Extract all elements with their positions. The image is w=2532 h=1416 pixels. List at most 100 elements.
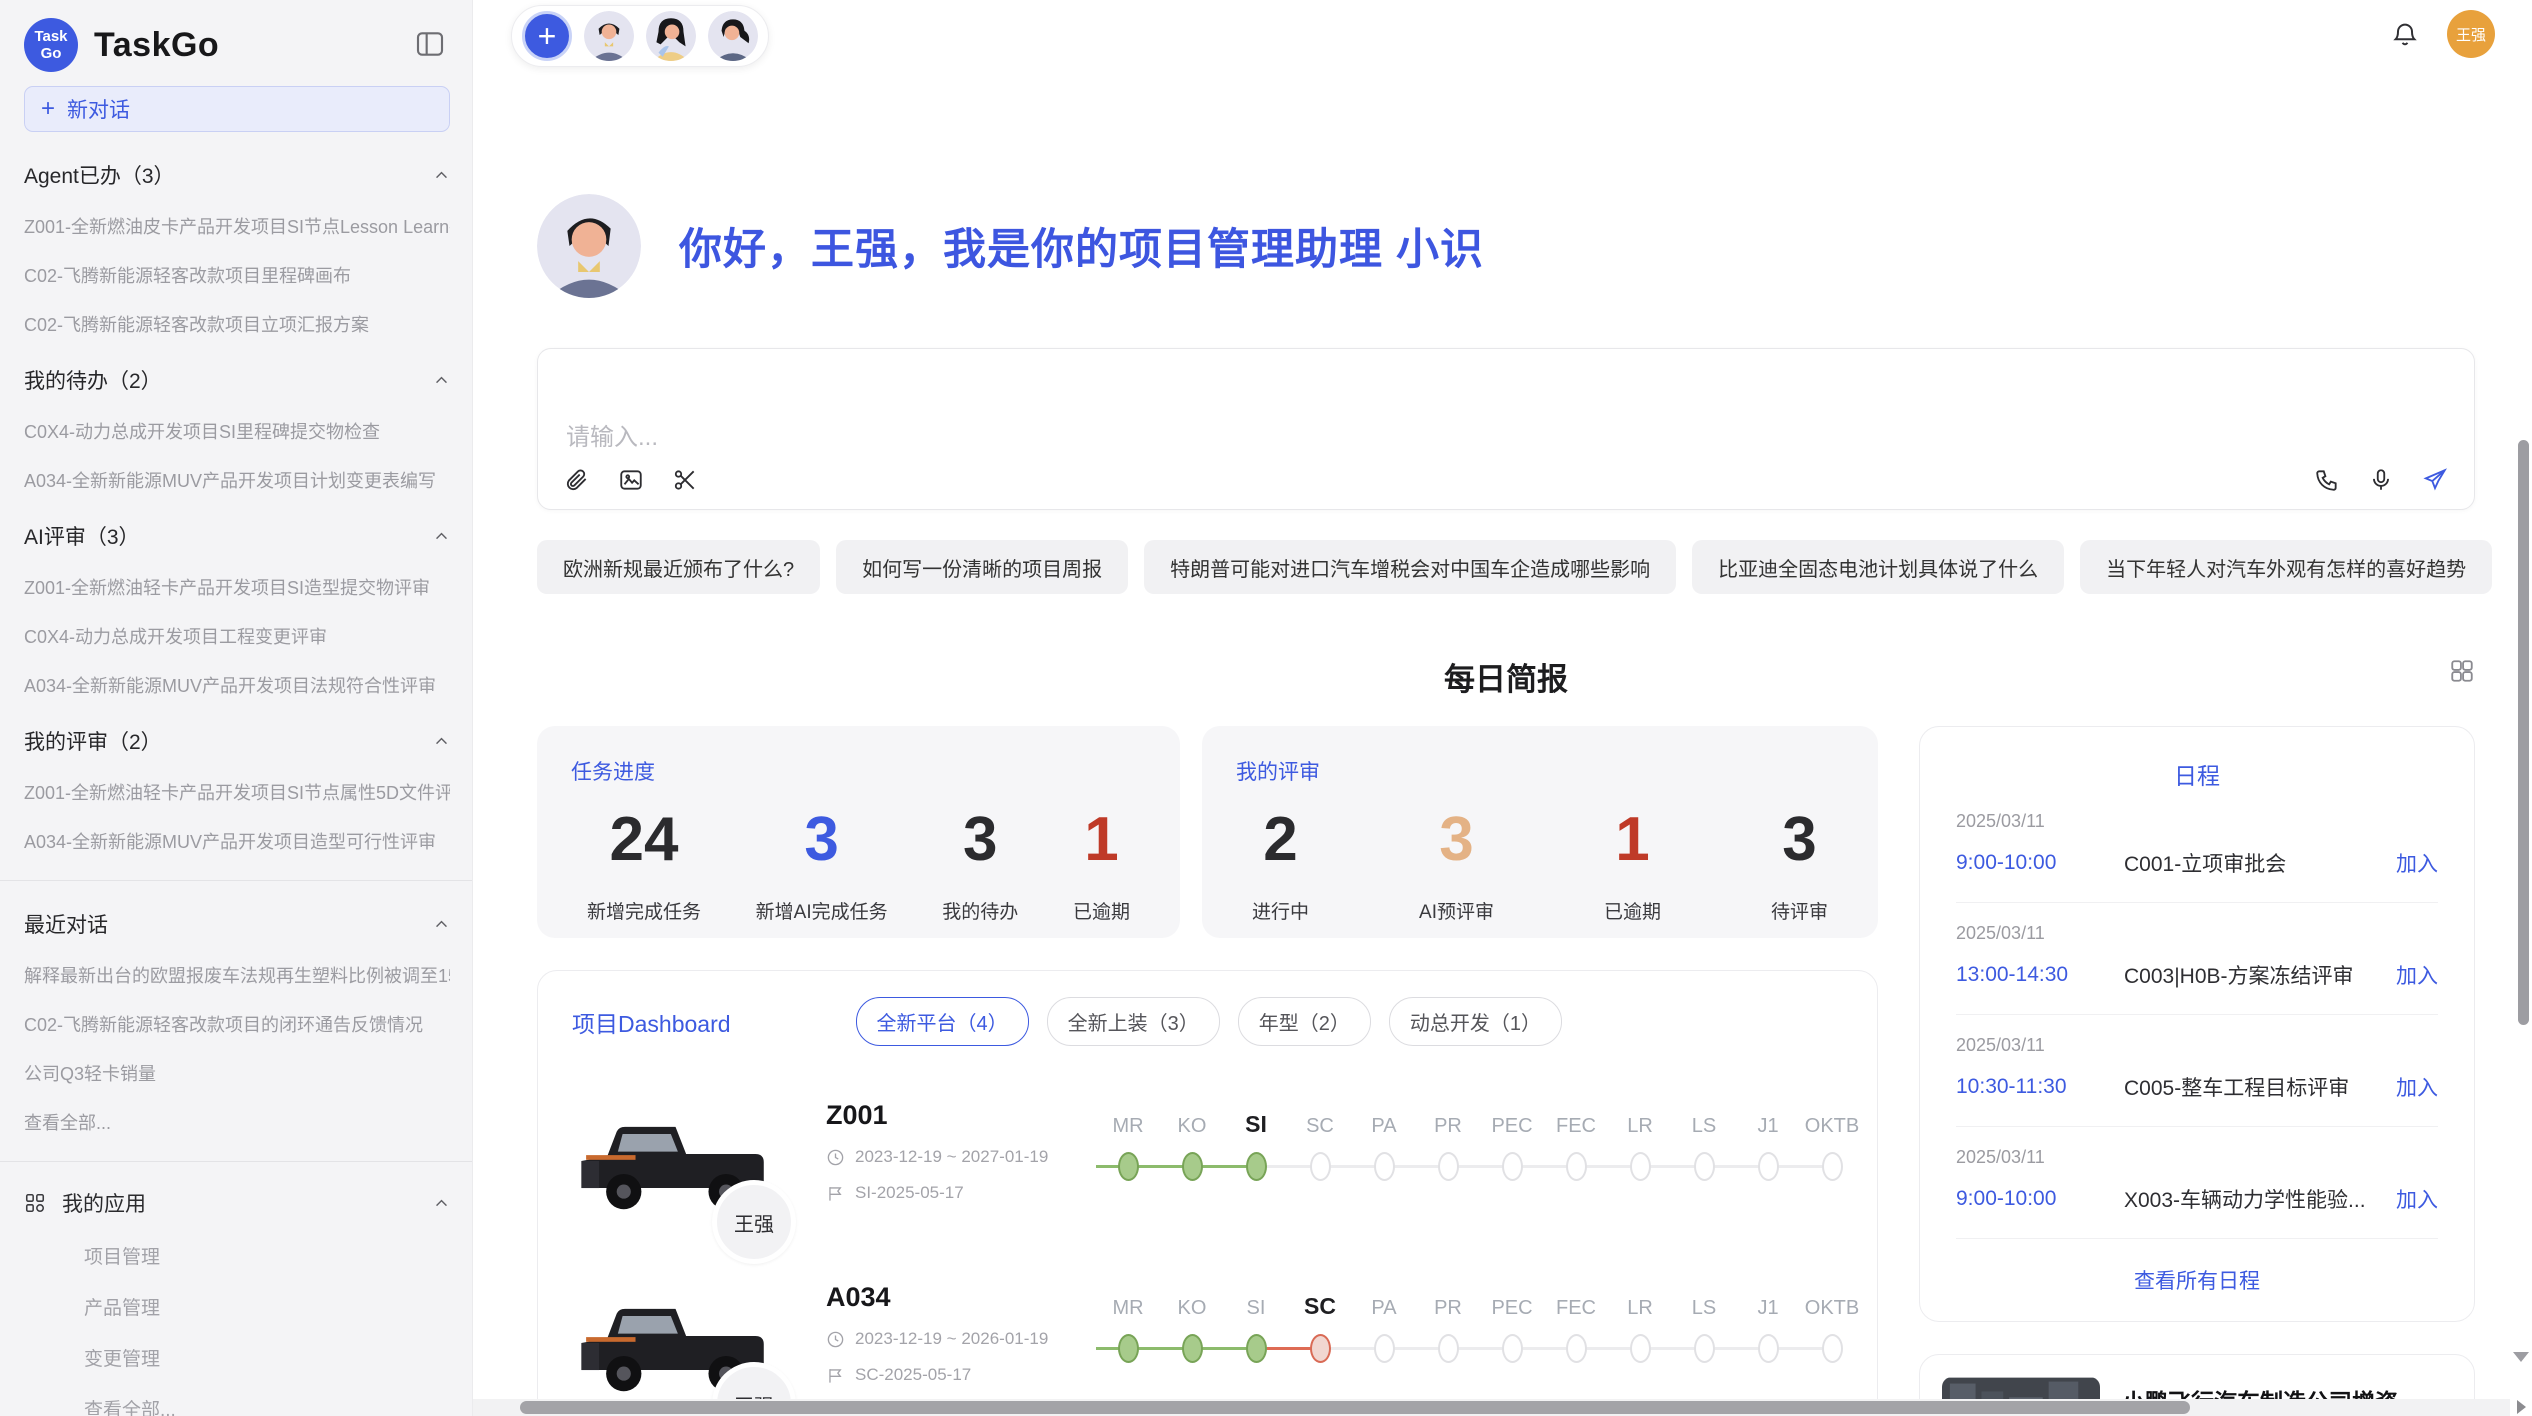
section-title: Agent已办（3）	[24, 160, 175, 190]
milestone-dot	[1310, 1152, 1331, 1181]
section-my-todo[interactable]: 我的待办（2）	[24, 365, 450, 395]
stat-value: 1	[1073, 804, 1130, 875]
user-avatar[interactable]: 王强	[2447, 10, 2495, 58]
stat: 24 新增完成任务	[587, 804, 701, 924]
recent-chats-view-all[interactable]: 查看全部...	[24, 1109, 450, 1135]
recent-chat-item[interactable]: 解释最新出台的欧盟报废车法规再生塑料比例被调至15%...	[24, 962, 450, 988]
chevron-up-icon	[433, 528, 450, 545]
schedule-time: 10:30-11:30	[1956, 1075, 2124, 1099]
stat: 3 我的待办	[942, 804, 1018, 924]
tab-new-body[interactable]: 全新上装（3）	[1047, 997, 1220, 1046]
sidebar-item[interactable]: Z001-全新燃油轻卡产品开发项目SI造型提交物评审	[24, 574, 450, 600]
project-dates: 2023-12-19 ~ 2026-01-19	[826, 1329, 1096, 1349]
stat-value: 3	[756, 804, 888, 875]
schedule-title: 日程	[1956, 757, 2438, 791]
sidebar-item[interactable]: A034-全新新能源MUV产品开发项目法规符合性评审	[24, 672, 450, 698]
sidebar-item[interactable]: C02-飞腾新能源轻客改款项目里程碑画布	[24, 262, 450, 288]
phone-icon[interactable]	[2314, 467, 2340, 493]
dashboard-tabs: 全新平台（4） 全新上装（3） 年型（2） 动总开发（1）	[856, 997, 1563, 1046]
attachment-icon[interactable]	[564, 467, 590, 493]
message-composer[interactable]: 请输入...	[537, 348, 2475, 510]
layout-grid-icon[interactable]	[2449, 658, 2475, 684]
sidebar-item[interactable]: C02-飞腾新能源轻客改款项目立项汇报方案	[24, 311, 450, 337]
schedule-item: 2025/03/11 9:00-10:00 C001-立项审批会 加入	[1956, 791, 2438, 903]
app-item-product-mgmt[interactable]: 产品管理	[84, 1293, 450, 1320]
schedule-item: 2025/03/11 13:00-14:30 C003|H0B-方案冻结评审 加…	[1956, 903, 2438, 1015]
dashboard-title: 项目Dashboard	[572, 1005, 731, 1039]
suggestion-chip[interactable]: 特朗普可能对进口汽车增税会对中国车企造成哪些影响	[1144, 540, 1676, 594]
sidebar-item[interactable]: A034-全新新能源MUV产品开发项目造型可行性评审	[24, 828, 450, 854]
join-link[interactable]: 加入	[2396, 960, 2438, 990]
section-agent-done[interactable]: Agent已办（3）	[24, 160, 450, 190]
join-link[interactable]: 加入	[2396, 848, 2438, 878]
app-logo: Task Go	[24, 18, 78, 72]
milestone: KO	[1160, 1284, 1224, 1370]
scroll-down-arrow[interactable]	[2513, 1352, 2529, 1362]
section-recent-chats[interactable]: 最近对话	[24, 909, 450, 939]
suggestion-chip[interactable]: 比亚迪全固态电池计划具体说了什么	[1692, 540, 2064, 594]
project-row[interactable]: 王强 A034 2023-12-19 ~ 2026-01-19 SC-2025-…	[572, 1282, 1843, 1410]
join-link[interactable]: 加入	[2396, 1072, 2438, 1102]
assistant-avatar-3[interactable]	[708, 11, 758, 61]
section-ai-review[interactable]: AI评审（3）	[24, 521, 450, 551]
microphone-icon[interactable]	[2368, 467, 2394, 493]
app-item-project-mgmt[interactable]: 项目管理	[84, 1242, 450, 1269]
sidebar-item[interactable]: C0X4-动力总成开发项目工程变更评审	[24, 623, 450, 649]
new-chat-button[interactable]: + 新对话	[24, 86, 450, 132]
join-link[interactable]: 加入	[2396, 1184, 2438, 1214]
milestone: PA	[1352, 1284, 1416, 1370]
stat-label: 已逾期	[1073, 897, 1130, 924]
recent-chat-item[interactable]: 公司Q3轻卡销量	[24, 1060, 450, 1086]
right-column: 日程 2025/03/11 9:00-10:00 C001-立项审批会 加入 2…	[1919, 726, 2475, 1416]
suggestion-chip[interactable]: 如何写一份清晰的项目周报	[836, 540, 1128, 594]
milestone-dot	[1182, 1152, 1203, 1181]
recent-chat-item[interactable]: C02-飞腾新能源轻客改款项目的闭环通告反馈情况	[24, 1011, 450, 1037]
app-item-change-mgmt[interactable]: 变更管理	[84, 1344, 450, 1371]
horizontal-scrollbar[interactable]	[473, 1399, 2510, 1416]
sidebar-item[interactable]: C0X4-动力总成开发项目SI里程碑提交物检查	[24, 418, 450, 444]
assistant-avatar-1[interactable]	[584, 11, 634, 61]
schedule-card: 日程 2025/03/11 9:00-10:00 C001-立项审批会 加入 2…	[1919, 726, 2475, 1322]
sidebar-collapse-icon[interactable]	[414, 28, 446, 60]
suggestion-chip[interactable]: 当下年轻人对汽车外观有怎样的喜好趋势	[2080, 540, 2492, 594]
schedule-name: C005-整车工程目标评审	[2124, 1072, 2396, 1102]
chevron-up-icon	[433, 372, 450, 389]
sidebar-item[interactable]: Z001-全新燃油皮卡产品开发项目SI节点Lesson Learn报告	[24, 213, 450, 239]
milestone-dot	[1374, 1152, 1395, 1181]
project-milestone-note: SI-2025-05-17	[826, 1183, 1096, 1203]
stat-label: 待评审	[1771, 897, 1828, 924]
notification-bell-icon[interactable]	[2391, 20, 2419, 48]
tab-powertrain[interactable]: 动总开发（1）	[1389, 997, 1562, 1046]
vertical-scrollbar-thumb[interactable]	[2518, 440, 2529, 1025]
apps-view-all[interactable]: 查看全部...	[84, 1395, 450, 1416]
topbar-right: 王强	[2391, 10, 2495, 58]
sidebar-item[interactable]: A034-全新新能源MUV产品开发项目计划变更表编写	[24, 467, 450, 493]
image-upload-icon[interactable]	[618, 467, 644, 493]
logo-text-top: Task	[34, 28, 67, 45]
sidebar-item-my-apps[interactable]: 我的应用	[24, 1188, 450, 1218]
milestone: PR	[1416, 1284, 1480, 1370]
project-row[interactable]: 王强 Z001 2023-12-19 ~ 2027-01-19 SI-2025-…	[572, 1100, 1843, 1228]
project-info: A034 2023-12-19 ~ 2026-01-19 SC-2025-05-…	[826, 1282, 1096, 1385]
section-my-review[interactable]: 我的评审（2）	[24, 726, 450, 756]
scissors-icon[interactable]	[672, 467, 698, 493]
tab-year-model[interactable]: 年型（2）	[1238, 997, 1371, 1046]
add-assistant-button[interactable]: +	[522, 11, 572, 61]
milestone-dot	[1822, 1334, 1843, 1363]
divider	[0, 1161, 473, 1162]
view-all-schedule-link[interactable]: 查看所有日程	[1956, 1239, 2438, 1295]
milestone-dot	[1374, 1334, 1395, 1363]
scroll-right-arrow[interactable]	[2517, 1400, 2526, 1414]
schedule-time: 9:00-10:00	[1956, 1187, 2124, 1211]
milestone: LR	[1608, 1284, 1672, 1370]
schedule-item: 2025/03/11 10:30-11:30 C005-整车工程目标评审 加入	[1956, 1015, 2438, 1127]
schedule-date: 2025/03/11	[1956, 811, 2438, 832]
send-icon[interactable]	[2422, 467, 2448, 493]
milestone-dot	[1502, 1334, 1523, 1363]
assistant-avatar-2[interactable]	[646, 11, 696, 61]
suggestion-chip[interactable]: 欧洲新规最近颁布了什么?	[537, 540, 820, 594]
schedule-date: 2025/03/11	[1956, 923, 2438, 944]
sidebar-item[interactable]: Z001-全新燃油轻卡产品开发项目SI节点属性5D文件评审	[24, 779, 450, 805]
tab-new-platform[interactable]: 全新平台（4）	[856, 997, 1029, 1046]
horizontal-scrollbar-thumb[interactable]	[520, 1401, 2190, 1414]
